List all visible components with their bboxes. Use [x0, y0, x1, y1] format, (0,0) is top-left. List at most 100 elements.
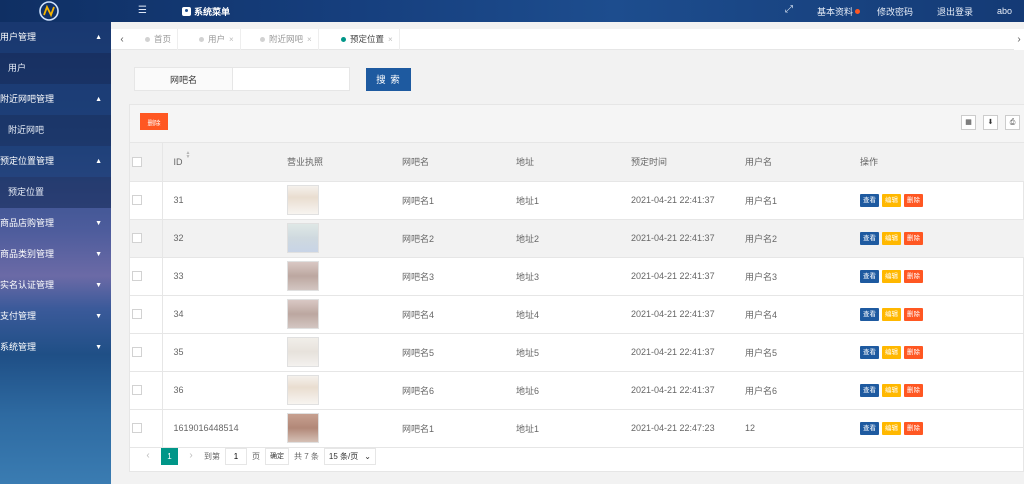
- fullscreen-icon[interactable]: ⤢: [785, 4, 797, 16]
- logout-link[interactable]: 退出登录: [937, 3, 973, 19]
- cell-reserve-time: 2021-04-21 22:41:37: [620, 371, 734, 410]
- row-checkbox[interactable]: [132, 385, 142, 396]
- tab-scroll-left-icon[interactable]: ‹: [113, 29, 131, 50]
- delete-button[interactable]: 删除: [904, 345, 923, 359]
- license-thumbnail[interactable]: [287, 337, 319, 367]
- license-thumbnail[interactable]: [287, 261, 319, 291]
- view-button[interactable]: 查看: [860, 345, 879, 359]
- delete-button[interactable]: 删除: [904, 383, 923, 397]
- column-header-actions: 操作: [849, 143, 1024, 182]
- sidebar-item-user[interactable]: 用户: [0, 53, 111, 84]
- sidebar-group-category[interactable]: 商品类别管理 ▼: [0, 239, 111, 270]
- user-menu[interactable]: abo: [997, 3, 1012, 19]
- row-checkbox[interactable]: [132, 347, 142, 358]
- profile-link[interactable]: 基本资料: [817, 3, 861, 19]
- page-size-select[interactable]: 15 条/页 ⌄: [323, 447, 376, 465]
- batch-delete-button[interactable]: 删除: [140, 113, 168, 130]
- tab-dot: [260, 37, 265, 42]
- sidebar-group-user[interactable]: 用户管理 ▲: [0, 22, 111, 53]
- table-row[interactable]: 32 网吧名2 地址2 2021-04-21 22:41:37 用户名2 查看编…: [130, 219, 1024, 258]
- delete-button[interactable]: 删除: [904, 269, 923, 283]
- current-page[interactable]: 1: [161, 447, 178, 465]
- sidebar-group-shop[interactable]: 商品店购管理 ▼: [0, 208, 111, 239]
- sidebar-group-system[interactable]: 系统管理 ▼: [0, 332, 111, 363]
- view-button[interactable]: 查看: [860, 193, 879, 207]
- next-page-icon[interactable]: ›: [183, 448, 199, 464]
- table-row[interactable]: 36 网吧名6 地址6 2021-04-21 22:41:37 用户名6 查看编…: [130, 371, 1024, 410]
- tab-home[interactable]: 首页: [139, 29, 179, 50]
- tab-reservation[interactable]: 预定位置 ×: [335, 29, 400, 50]
- row-checkbox[interactable]: [132, 309, 142, 320]
- table-row[interactable]: 35 网吧名5 地址5 2021-04-21 22:41:37 用户名5 查看编…: [130, 333, 1024, 372]
- cell-address: 地址5: [505, 333, 620, 372]
- tab-scroll-right-icon[interactable]: ›: [1014, 29, 1024, 50]
- logo: [39, 1, 59, 21]
- column-header-license: 营业执照: [276, 143, 391, 182]
- export-icon[interactable]: ⬇: [983, 115, 998, 130]
- edit-button[interactable]: 编辑: [882, 421, 901, 435]
- top-bar: ☰ 系统菜单 ⤢ 基本资料 修改密码 退出登录 abo: [0, 0, 1024, 22]
- license-thumbnail[interactable]: [287, 299, 319, 329]
- search-input[interactable]: [233, 67, 350, 91]
- tab-nearby-cafe[interactable]: 附近网吧 ×: [254, 29, 319, 50]
- sidebar-group-payment[interactable]: 支付管理 ▼: [0, 301, 111, 332]
- goto-page-input[interactable]: [225, 447, 247, 465]
- system-menu[interactable]: 系统菜单: [182, 3, 230, 19]
- edit-button[interactable]: 编辑: [882, 345, 901, 359]
- edit-button[interactable]: 编辑: [882, 269, 901, 283]
- delete-button[interactable]: 删除: [904, 231, 923, 245]
- row-checkbox[interactable]: [132, 423, 142, 434]
- table-row[interactable]: 33 网吧名3 地址3 2021-04-21 22:41:37 用户名3 查看编…: [130, 257, 1024, 296]
- row-checkbox[interactable]: [132, 271, 142, 282]
- edit-button[interactable]: 编辑: [882, 231, 901, 245]
- chevron-down-icon: ▼: [95, 251, 102, 258]
- edit-button[interactable]: 编辑: [882, 193, 901, 207]
- sidebar-group-realname[interactable]: 实名认证管理 ▼: [0, 270, 111, 301]
- goto-confirm-button[interactable]: 确定: [265, 447, 289, 465]
- cell-actions: 查看 编辑 删除: [849, 257, 1024, 296]
- header-checkbox-cell: [130, 143, 163, 182]
- view-button[interactable]: 查看: [860, 231, 879, 245]
- delete-button[interactable]: 删除: [904, 421, 923, 435]
- cell-cafe-name: 网吧名3: [391, 257, 505, 296]
- view-button[interactable]: 查看: [860, 269, 879, 283]
- select-all-checkbox[interactable]: [132, 157, 142, 168]
- row-checkbox[interactable]: [132, 233, 142, 244]
- edit-button[interactable]: 编辑: [882, 383, 901, 397]
- view-button[interactable]: 查看: [860, 421, 879, 435]
- sort-icon[interactable]: ▲ ▼: [186, 150, 191, 159]
- tab-user[interactable]: 用户 ×: [193, 29, 241, 50]
- cell-cafe-name: 网吧名2: [391, 219, 505, 258]
- close-icon[interactable]: ×: [307, 29, 312, 50]
- data-table: ID▲ ▼ 营业执照 网吧名 地址 预定时间 用户名 操作 31 网吧名1 地址1…: [130, 143, 1024, 448]
- row-checkbox-cell: [130, 371, 163, 410]
- close-icon[interactable]: ×: [229, 29, 234, 50]
- menu-toggle-icon[interactable]: ☰: [138, 4, 152, 18]
- columns-filter-icon[interactable]: ▦: [961, 115, 976, 130]
- license-thumbnail[interactable]: [287, 375, 319, 405]
- goto-label: 到第: [204, 451, 220, 461]
- column-header-id[interactable]: ID▲ ▼: [162, 143, 276, 182]
- cell-username: 用户名4: [734, 295, 849, 334]
- table-row[interactable]: 31 网吧名1 地址1 2021-04-21 22:41:37 用户名1 查看编…: [130, 181, 1024, 220]
- system-menu-label: 系统菜单: [194, 6, 231, 17]
- license-thumbnail[interactable]: [287, 223, 319, 253]
- table-row[interactable]: 34 网吧名4 地址4 2021-04-21 22:41:37 用户名4 查看编…: [130, 295, 1024, 334]
- close-icon[interactable]: ×: [388, 29, 393, 50]
- sidebar-item-nearby-cafe[interactable]: 附近网吧: [0, 115, 111, 146]
- view-button[interactable]: 查看: [860, 383, 879, 397]
- sidebar-item-reservation[interactable]: 预定位置: [0, 177, 111, 208]
- prev-page-icon[interactable]: ‹: [140, 448, 156, 464]
- row-checkbox[interactable]: [132, 195, 142, 206]
- license-thumbnail[interactable]: [287, 185, 319, 215]
- delete-button[interactable]: 删除: [904, 307, 923, 321]
- edit-button[interactable]: 编辑: [882, 307, 901, 321]
- row-checkbox-cell: [130, 333, 163, 372]
- change-password-link[interactable]: 修改密码: [877, 3, 913, 19]
- search-button[interactable]: 搜 索: [366, 67, 411, 91]
- view-button[interactable]: 查看: [860, 307, 879, 321]
- sidebar-group-nearby-cafe[interactable]: 附近网吧管理 ▲: [0, 84, 111, 115]
- print-icon[interactable]: ⎙: [1005, 115, 1020, 130]
- delete-button[interactable]: 删除: [904, 193, 923, 207]
- sidebar-group-reservation[interactable]: 预定位置管理 ▲: [0, 146, 111, 177]
